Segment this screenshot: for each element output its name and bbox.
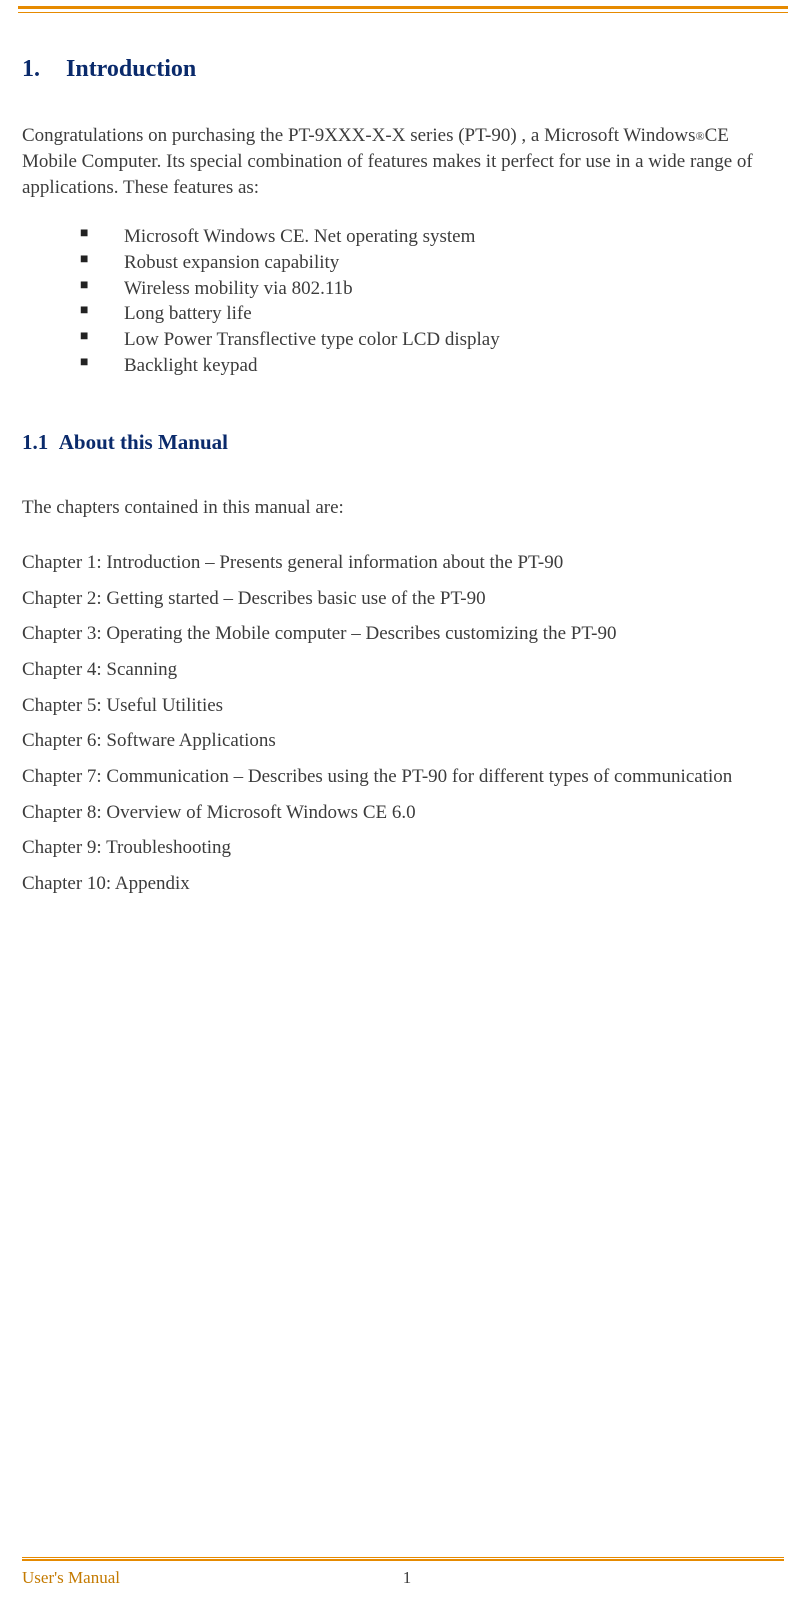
subsection-number: 1.1 [22,430,48,454]
section-number: 1. [22,53,60,85]
list-item: Wireless mobility via 802.11b [80,276,784,302]
section-title: Introduction [66,56,196,82]
chapter-item: Chapter 9: Troubleshooting [22,835,784,861]
chapter-item: Chapter 10: Appendix [22,871,784,897]
section-heading: 1. Introduction [22,53,784,85]
list-item: Low Power Transflective type color LCD d… [80,327,784,353]
feature-text: Microsoft Windows CE. Net operating syst… [124,226,475,247]
list-item: Long battery life [80,301,784,327]
feature-text: Low Power Transflective type color LCD d… [124,329,500,350]
list-item: Robust expansion capability [80,250,784,276]
intro-text-1: Congratulations on purchasing the PT-9XX… [22,125,695,146]
chapter-item: Chapter 1: Introduction – Presents gener… [22,550,784,576]
chapter-item: Chapter 6: Software Applications [22,728,784,754]
top-horizontal-rule [18,6,788,13]
chapter-item: Chapter 7: Communication – Describes usi… [22,764,784,790]
feature-text: Robust expansion capability [124,252,339,273]
feature-list: Microsoft Windows CE. Net operating syst… [80,224,784,378]
subsection-title: About this Manual [59,430,228,454]
chapter-item: Chapter 5: Useful Utilities [22,693,784,719]
footer-page-number: 1 [30,1567,784,1590]
chapter-item: Chapter 4: Scanning [22,657,784,683]
registered-mark-icon: ® [695,129,704,143]
bottom-horizontal-rule [22,1557,784,1561]
intro-paragraph: Congratulations on purchasing the PT-9XX… [22,123,784,200]
list-item: Backlight keypad [80,353,784,379]
chapter-list: Chapter 1: Introduction – Presents gener… [22,550,784,896]
page-footer: User's Manual 1 [0,1557,806,1590]
chapter-item: Chapter 3: Operating the Mobile computer… [22,621,784,647]
feature-text: Wireless mobility via 802.11b [124,278,353,299]
feature-text: Backlight keypad [124,355,258,376]
list-item: Microsoft Windows CE. Net operating syst… [80,224,784,250]
feature-text: Long battery life [124,303,252,324]
chapter-item: Chapter 2: Getting started – Describes b… [22,586,784,612]
chapter-item: Chapter 8: Overview of Microsoft Windows… [22,800,784,826]
subsection-heading: 1.1 About this Manual [22,428,784,456]
page-content: 1. Introduction Congratulations on purch… [0,13,806,897]
subsection-lead: The chapters contained in this manual ar… [22,495,784,521]
